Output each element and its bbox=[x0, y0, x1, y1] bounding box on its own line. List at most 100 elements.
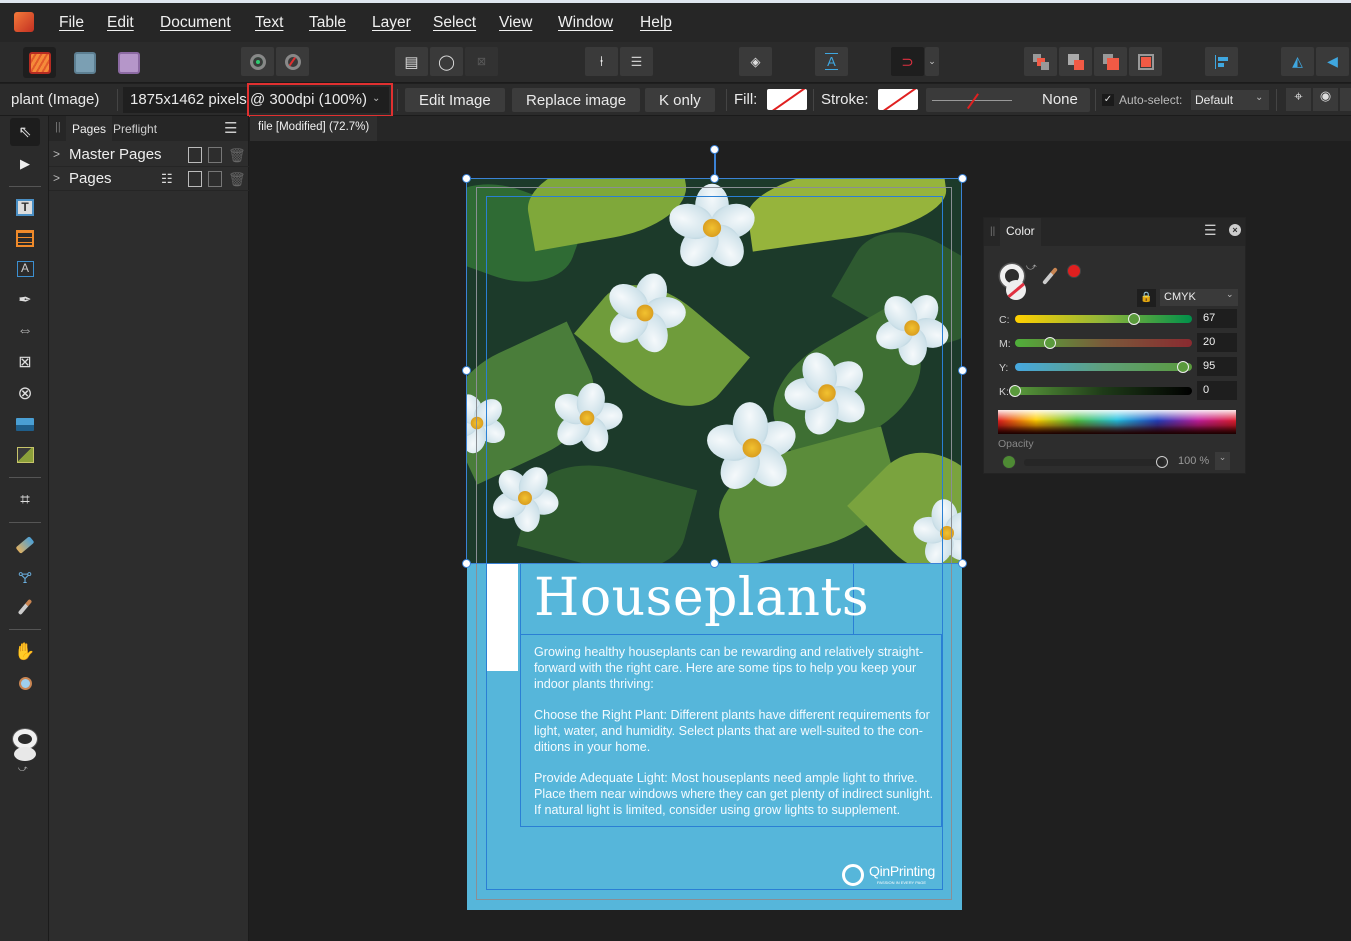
document-body[interactable]: Growing healthy houseplants can be rewar… bbox=[534, 644, 934, 833]
color-model-dropdown[interactable]: CMYK ⌄ bbox=[1160, 289, 1238, 306]
swap-colors-widget[interactable]: ⤻ bbox=[10, 722, 40, 773]
menu-help[interactable]: Help bbox=[640, 14, 672, 32]
photo-persona-button[interactable] bbox=[112, 47, 145, 78]
slider-knob[interactable] bbox=[1044, 337, 1057, 349]
crop-tool[interactable]: ⌗ bbox=[10, 486, 40, 514]
resize-handle-top-right[interactable] bbox=[957, 173, 967, 183]
stroke-style-dropdown[interactable]: None bbox=[926, 88, 1090, 112]
wrap-page-button[interactable]: ▤ bbox=[395, 47, 428, 76]
fill-tool[interactable] bbox=[10, 531, 40, 559]
pages-section[interactable]: > Pages ☷ 🗑 bbox=[49, 167, 249, 191]
chevron-right-icon[interactable]: > bbox=[53, 147, 60, 161]
resize-handle-left[interactable] bbox=[461, 365, 471, 375]
menu-table[interactable]: Table bbox=[309, 14, 346, 32]
panel-grip-icon[interactable]: || bbox=[55, 121, 61, 133]
magenta-slider[interactable] bbox=[1015, 337, 1192, 349]
resize-handle-right[interactable] bbox=[957, 365, 967, 375]
transparency-tool[interactable]: 🝖 bbox=[10, 562, 40, 590]
duplicate-master-icon[interactable] bbox=[208, 147, 222, 163]
black-slider[interactable] bbox=[1009, 385, 1192, 397]
placeholder-tool[interactable] bbox=[10, 441, 40, 469]
chevron-down-icon[interactable]: ⌄ bbox=[1215, 452, 1230, 470]
color-tab[interactable]: Color bbox=[1000, 218, 1041, 246]
close-icon[interactable]: × bbox=[1229, 224, 1241, 236]
color-picker-tool[interactable] bbox=[10, 593, 40, 621]
resize-handle-top[interactable] bbox=[709, 173, 719, 183]
artistic-text-tool[interactable]: A bbox=[10, 255, 40, 283]
snapping-options-button[interactable]: ⌄ bbox=[925, 47, 939, 76]
bounding-box-button[interactable]: ◉ bbox=[1313, 88, 1338, 111]
chevron-right-icon[interactable]: > bbox=[53, 171, 60, 185]
trash-icon[interactable]: 🗑 bbox=[228, 147, 246, 163]
panel-grip-icon[interactable]: || bbox=[990, 226, 995, 237]
preflight-ok-button[interactable] bbox=[241, 47, 274, 76]
opacity-slider[interactable] bbox=[1024, 456, 1168, 468]
picture-frame-rect-tool[interactable]: ⊠ bbox=[10, 348, 40, 376]
wrap-none-button[interactable]: ⊠ bbox=[465, 47, 498, 76]
pin-button[interactable]: ⍿ bbox=[585, 47, 618, 76]
cyan-value[interactable]: 67 bbox=[1197, 309, 1237, 328]
swap-icon[interactable]: ⤻ bbox=[1026, 262, 1037, 273]
lock-icon[interactable]: 🔒 bbox=[1137, 289, 1156, 307]
designer-persona-button[interactable] bbox=[68, 47, 101, 78]
vector-crop-tool[interactable]: ⇔ bbox=[10, 317, 40, 345]
fill-swatch[interactable] bbox=[767, 89, 807, 110]
cyan-slider[interactable] bbox=[1015, 313, 1192, 325]
stroke-swatch-circle[interactable] bbox=[1006, 280, 1026, 300]
rotation-handle[interactable] bbox=[709, 144, 719, 154]
pin-settings-button[interactable]: ☰ bbox=[620, 47, 653, 76]
edit-image-button[interactable]: Edit Image bbox=[405, 88, 505, 112]
resize-handle-bottom-right[interactable] bbox=[957, 558, 967, 568]
picture-frame-ellipse-tool[interactable]: ⊗ bbox=[10, 379, 40, 407]
menu-file[interactable]: File bbox=[59, 14, 84, 32]
duplicate-page-icon[interactable] bbox=[208, 171, 222, 187]
color-spectrum[interactable] bbox=[998, 410, 1236, 434]
preview-button[interactable]: ◈ bbox=[739, 47, 772, 76]
move-forward-one-button[interactable] bbox=[1094, 47, 1127, 76]
table-tool[interactable] bbox=[10, 224, 40, 252]
zoom-tool[interactable] bbox=[10, 669, 40, 697]
trash-icon[interactable]: 🗑 bbox=[228, 171, 246, 187]
slider-knob[interactable] bbox=[1156, 456, 1168, 468]
wrap-shape-button[interactable]: ◯ bbox=[430, 47, 463, 76]
transform-origin-button[interactable]: ⌖ bbox=[1286, 88, 1311, 111]
opacity-value[interactable]: 100 % bbox=[1178, 455, 1209, 467]
black-value[interactable]: 0 bbox=[1197, 381, 1237, 400]
menu-text[interactable]: Text bbox=[255, 14, 283, 32]
document-tab[interactable]: file [Modified] (72.7%) bbox=[250, 116, 378, 141]
preflight-off-button[interactable] bbox=[276, 47, 309, 76]
menu-document[interactable]: Document bbox=[160, 14, 231, 32]
move-tool[interactable]: ⇖ bbox=[10, 118, 40, 146]
slider-knob[interactable] bbox=[1009, 385, 1021, 397]
stroke-swatch[interactable] bbox=[878, 89, 918, 110]
page-options-icon[interactable]: ☷ bbox=[161, 171, 175, 187]
resize-handle-bottom-left[interactable] bbox=[461, 558, 471, 568]
slider-knob[interactable] bbox=[1127, 313, 1140, 325]
flip-horizontal-button[interactable]: ◭ bbox=[1281, 47, 1314, 76]
more-button[interactable] bbox=[1340, 88, 1351, 111]
add-master-icon[interactable] bbox=[188, 147, 202, 163]
show-text-frames-button[interactable]: A bbox=[815, 47, 848, 76]
move-back-one-button[interactable] bbox=[1059, 47, 1092, 76]
snapping-button[interactable]: ⊃ bbox=[891, 47, 924, 76]
yellow-slider[interactable] bbox=[1015, 361, 1192, 373]
k-only-button[interactable]: K only bbox=[645, 88, 715, 112]
picked-color-swatch[interactable] bbox=[1067, 264, 1081, 278]
replace-image-button[interactable]: Replace image bbox=[512, 88, 641, 112]
resize-handle-top-left[interactable] bbox=[461, 173, 471, 183]
magenta-value[interactable]: 20 bbox=[1197, 333, 1237, 352]
pen-tool[interactable]: ✒ bbox=[10, 286, 40, 314]
menu-edit[interactable]: Edit bbox=[107, 14, 134, 32]
menu-select[interactable]: Select bbox=[433, 14, 476, 32]
auto-select-dropdown[interactable]: Default ⌄ bbox=[1191, 90, 1269, 110]
view-tool[interactable]: ✋ bbox=[10, 638, 40, 666]
publisher-persona-button[interactable] bbox=[23, 47, 56, 78]
place-image-tool[interactable] bbox=[10, 410, 40, 438]
slider-knob[interactable] bbox=[1177, 361, 1190, 373]
menu-window[interactable]: Window bbox=[558, 14, 613, 32]
yellow-value[interactable]: 95 bbox=[1197, 357, 1237, 376]
auto-select-checkbox[interactable]: ✓ bbox=[1102, 94, 1114, 106]
frame-text-tool[interactable]: T bbox=[10, 193, 40, 221]
align-button[interactable] bbox=[1205, 47, 1238, 76]
menu-view[interactable]: View bbox=[499, 14, 532, 32]
